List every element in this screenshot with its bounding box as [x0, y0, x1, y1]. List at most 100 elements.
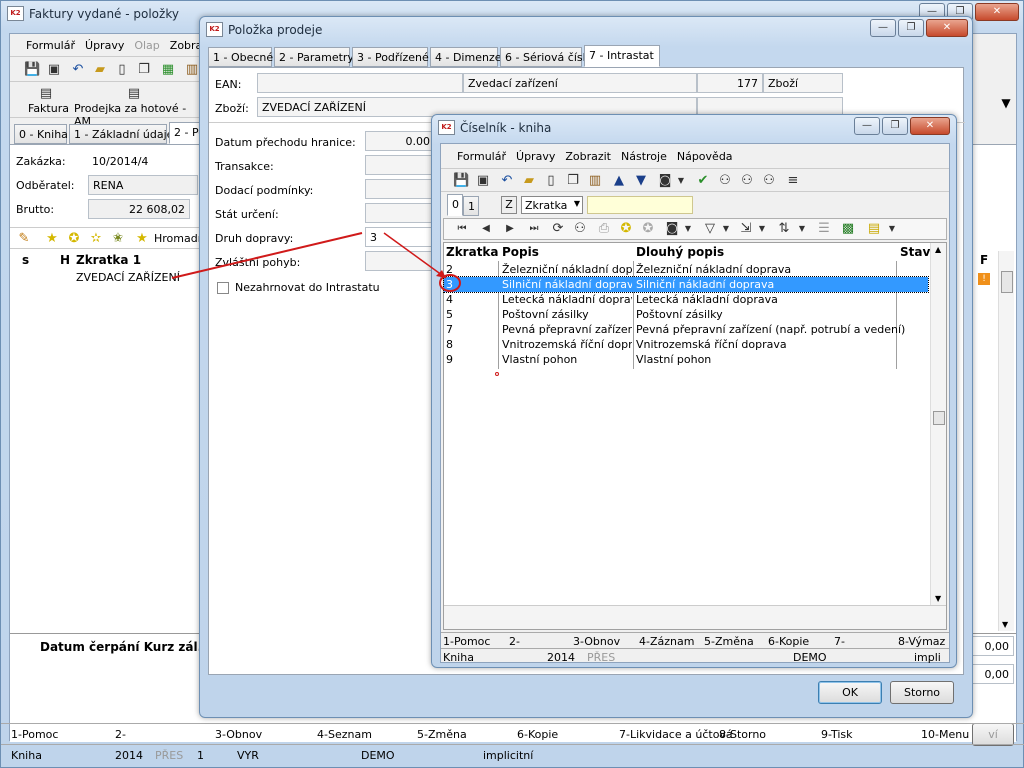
undo-icon[interactable]: ↶ [70, 62, 86, 78]
dropdown-arrow-icon[interactable]: ▼ [884, 221, 900, 237]
tab-podrizene[interactable]: 3 - Podřízené [352, 47, 429, 67]
cis-fkey-pomoc[interactable]: 1-Pomoc [443, 635, 490, 648]
fkey-tisk[interactable]: 9-Tisk [821, 728, 853, 741]
save-icon[interactable]: 💾 [24, 62, 40, 78]
tab-kniha[interactable]: 0 - Kniha [14, 124, 68, 144]
ciselnik-vscrollbar[interactable]: ▲ ▼ [930, 243, 946, 605]
cis-fkey-zaznam[interactable]: 4-Záznam [639, 635, 694, 648]
ok-button[interactable]: OK [818, 681, 882, 704]
cis-menu-upravy[interactable]: Úpravy [516, 150, 555, 163]
bg-scroll-dropdown[interactable]: ▼ [996, 86, 1016, 120]
table-row[interactable]: 4 Letecká nákladní doprava Letecká nákladn… [444, 292, 932, 307]
cis-menu-nastroje[interactable]: Nástroje [621, 150, 667, 163]
open-folder-icon[interactable]: ▰ [521, 173, 537, 189]
cis-fkey-zmena[interactable]: 5-Změna [704, 635, 754, 648]
printer-icon[interactable]: ⎙ [596, 221, 612, 237]
cis-fkey-kopie[interactable]: 6-Kopie [768, 635, 809, 648]
star-add-icon[interactable]: ✪ [66, 231, 82, 247]
table-row[interactable]: 7 Pevná přepravní zařízení Pevná přepravní… [444, 322, 932, 337]
fkey-storno[interactable]: 8-Storno [719, 728, 766, 741]
undo-icon[interactable]: ↶ [499, 173, 515, 189]
table-row[interactable]: 8Vnitrozemská říční dopravaVnitrozemská … [444, 337, 932, 352]
star-bulk-icon[interactable]: ★ [134, 231, 150, 247]
star-icon[interactable]: ✪ [618, 221, 634, 237]
tab-intrastat[interactable]: 7 - Intrastat [584, 45, 660, 67]
fkey-zmena[interactable]: 5-Změna [417, 728, 467, 741]
col-stav-header[interactable]: Stav [900, 245, 930, 259]
notes-icon[interactable]: ▤ [866, 221, 882, 237]
table-row[interactable]: 2Železniční nákladní dopr…Železniční nák… [444, 262, 932, 277]
arrow-up-icon[interactable]: ▲ [611, 173, 627, 189]
star-icon[interactable]: ★ [44, 231, 60, 247]
new-doc-icon[interactable]: ▯ [543, 173, 559, 189]
excel-icon[interactable]: ▩ [840, 221, 856, 237]
star-remove-icon[interactable]: ✬ [110, 231, 126, 247]
book-icon[interactable]: ▥ [587, 173, 603, 189]
tab-seriova-cisla[interactable]: 6 - Sériová čísla [500, 47, 592, 67]
polozka-minimize-button[interactable]: — [870, 19, 896, 37]
arrow-down-icon[interactable]: ▼ [633, 173, 649, 189]
datum-prechodu-field[interactable]: 0.00 [365, 131, 435, 151]
transakce-field[interactable] [365, 155, 435, 175]
dropdown-arrow-icon[interactable]: ▼ [673, 173, 689, 189]
cis-menu-zobrazit[interactable]: Zobrazit [565, 150, 611, 163]
last-record-icon[interactable]: ⏭ [526, 221, 542, 237]
page-tab-1[interactable]: 1 [463, 196, 479, 216]
camera-icon[interactable]: ◙ [664, 221, 680, 237]
dropdown-arrow-icon[interactable]: ▼ [680, 221, 696, 237]
bg-close-button[interactable]: ✕ [975, 3, 1019, 21]
dropdown-arrow-icon[interactable]: ▼ [794, 221, 810, 237]
polozka-titlebar[interactable]: K2 Položka prodeje — ❐ ✕ [200, 17, 972, 43]
faktura-button[interactable]: Faktura [28, 102, 69, 115]
save-icon[interactable]: 💾 [453, 173, 469, 189]
ciselnik-close-button[interactable]: ✕ [910, 117, 950, 135]
edit-pencil-icon[interactable]: ✎ [16, 231, 32, 247]
table-row-selected[interactable]: 3 Silniční nákladní doprava Silniční nákla… [443, 276, 929, 293]
cis-menu-napoveda[interactable]: Nápověda [677, 150, 733, 163]
open-folder-icon[interactable]: ▰ [92, 62, 108, 78]
col-f-header[interactable]: F [980, 253, 988, 267]
new-doc-icon[interactable]: ▯ [114, 62, 130, 78]
bg-menu-formular[interactable]: Formulář [26, 39, 75, 52]
stat-urceni-field[interactable] [365, 203, 435, 223]
check-icon[interactable]: ✔ [695, 173, 711, 189]
table-row[interactable]: ZVEDACÍ ZAŘÍZENÍ [10, 269, 210, 285]
fkey-obnov[interactable]: 3-Obnov [215, 728, 262, 741]
prev-record-icon[interactable]: ◀ [478, 221, 494, 237]
ciselnik-hscrollbar[interactable] [444, 605, 946, 629]
binoculars-icon[interactable]: ⚇ [572, 221, 588, 237]
fkey-kopie[interactable]: 6-Kopie [517, 728, 558, 741]
refresh-icon[interactable]: ⟳ [550, 221, 566, 237]
col-zkratka-header[interactable]: Zkratka [446, 245, 499, 259]
sort-select[interactable]: Zkratka ▼ [521, 196, 583, 214]
bg-menu-olap[interactable]: Olap [134, 39, 159, 52]
binoculars-all-icon[interactable]: ⚇ [761, 173, 777, 189]
ciselnik-titlebar[interactable]: K2 Číselník - kniha — ❐ ✕ [432, 115, 956, 141]
save-as-icon[interactable]: ▣ [46, 62, 62, 78]
dropdown-arrow-icon[interactable]: ▼ [718, 221, 734, 237]
copy-icon[interactable]: ❐ [136, 62, 152, 78]
hromadne-button[interactable]: Hromadn [154, 232, 205, 245]
list-indent-icon[interactable]: ☰ [816, 221, 832, 237]
zvlastni-pohyb-field[interactable] [365, 251, 435, 271]
first-record-icon[interactable]: ⏮ [454, 221, 470, 237]
cis-menu-formular[interactable]: Formulář [457, 150, 506, 163]
filter-icon[interactable]: ▽ [702, 221, 718, 237]
page-tab-0[interactable]: 0 [447, 194, 463, 216]
book-icon[interactable]: ▥ [184, 62, 200, 78]
tab-zakladni-udaje[interactable]: 1 - Základní údaje [69, 124, 173, 144]
fkey-2[interactable]: 2- [115, 728, 126, 741]
star-disabled-icon[interactable]: ✪ [640, 221, 656, 237]
tab-dimenze[interactable]: 4 - Dimenze [430, 47, 501, 67]
save-as-icon[interactable]: ▣ [475, 173, 491, 189]
fkey-menu[interactable]: 10-Menu [921, 728, 969, 741]
fkey-likvidace[interactable]: 7-Likvidace a účtová [619, 728, 733, 741]
dropdown-arrow-icon[interactable]: ▼ [754, 221, 770, 237]
cis-fkey-2[interactable]: 2- [509, 635, 520, 648]
copy-icon[interactable]: ❐ [565, 173, 581, 189]
star-edit-icon[interactable]: ✫ [88, 231, 104, 247]
col-zkratka-header[interactable]: Zkratka 1 [76, 253, 141, 267]
druh-dopravy-field[interactable]: 3 [365, 227, 435, 247]
bg-vscrollbar[interactable]: ▼ [998, 251, 1014, 631]
fkey-seznam[interactable]: 4-Seznam [317, 728, 372, 741]
